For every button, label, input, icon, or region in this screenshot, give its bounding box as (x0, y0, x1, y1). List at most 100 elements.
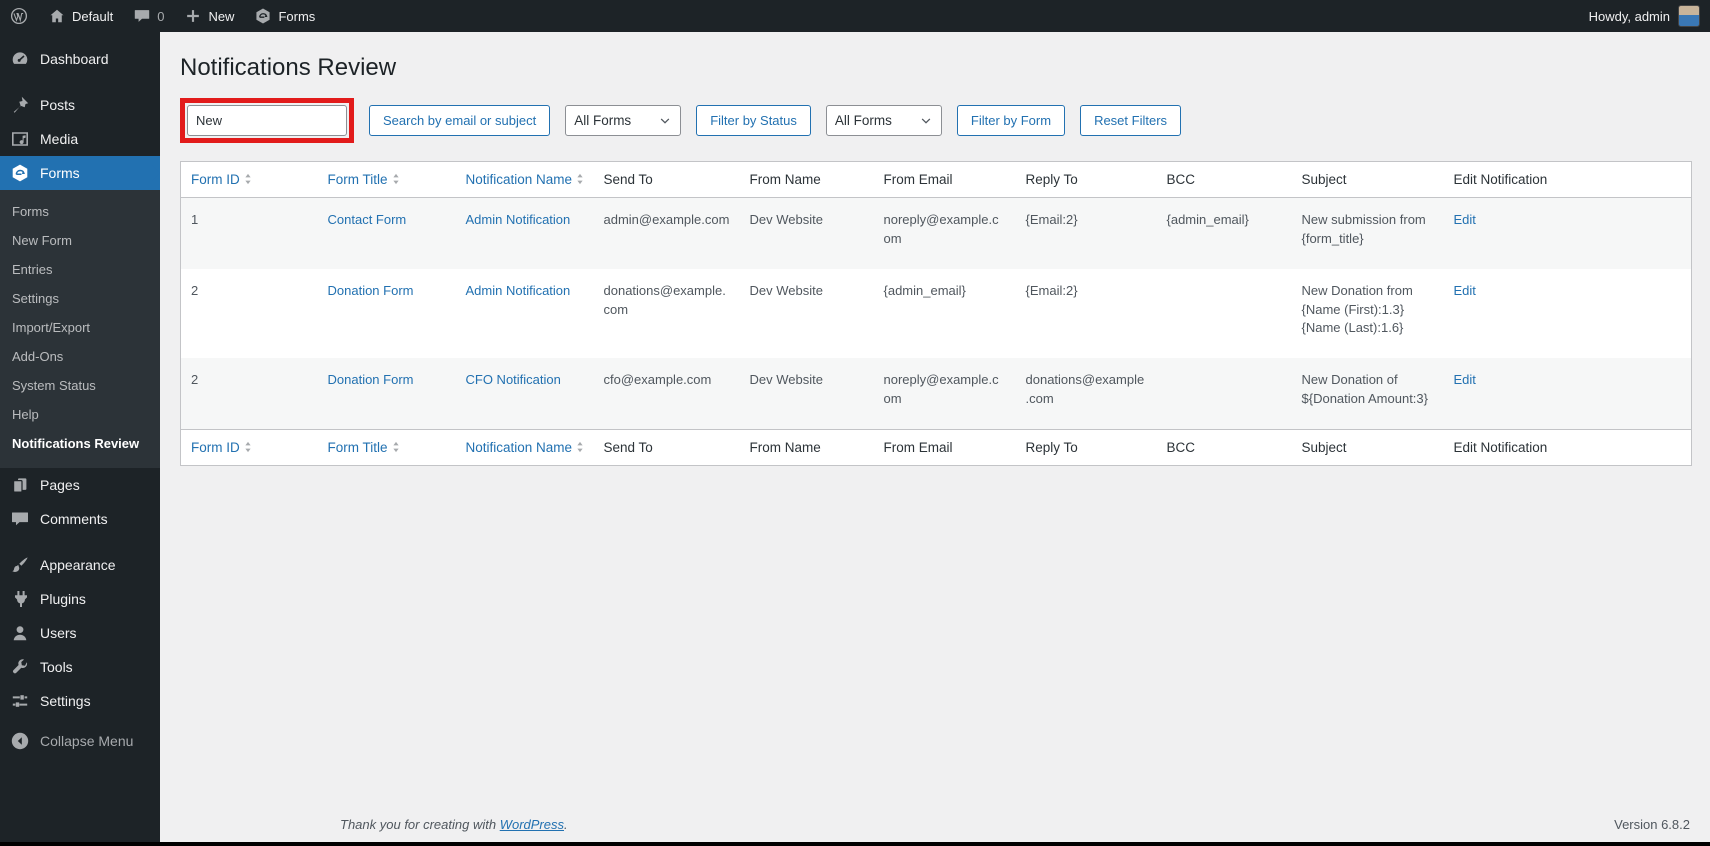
table-row: 1 Contact Form Admin Notification admin@… (180, 197, 1692, 269)
edit-link[interactable]: Edit (1454, 372, 1476, 387)
column-header-from-email: From Email (873, 161, 1016, 198)
footer-thanks-text: Thank you for creating with (340, 817, 497, 832)
notification-name-link[interactable]: CFO Notification (466, 372, 561, 387)
filter-by-form-button[interactable]: Filter by Form (956, 105, 1066, 136)
sidebar-item-dashboard[interactable]: Dashboard (0, 42, 160, 76)
sidebar-item-comments[interactable]: Comments (0, 502, 160, 536)
plug-icon (10, 589, 30, 609)
cell-bcc: {admin_email} (1166, 212, 1249, 227)
table-header-row: Form ID Form Title Notification Name Sen… (180, 161, 1692, 198)
column-header-from-email: From Email (873, 428, 1016, 466)
column-header-reply-to: Reply To (1015, 428, 1157, 466)
notification-name-link[interactable]: Admin Notification (466, 212, 571, 227)
sidebar-label: Plugins (40, 591, 86, 607)
avatar[interactable] (1678, 5, 1700, 27)
wordpress-link[interactable]: WordPress (500, 817, 564, 832)
chevron-down-icon (658, 114, 672, 128)
sidebar-item-media[interactable]: Media (0, 122, 160, 156)
submenu-item-help[interactable]: Help (0, 400, 160, 429)
forms-submenu: Forms New Form Entries Settings Import/E… (0, 190, 160, 468)
sidebar-item-pages[interactable]: Pages (0, 468, 160, 502)
wrench-icon (10, 657, 30, 677)
site-name-menu[interactable]: Default (38, 0, 123, 32)
sort-icon (575, 440, 585, 454)
cell-send-to: cfo@example.com (603, 372, 712, 388)
cell-from-email: noreply@example.com (883, 372, 999, 407)
cell-from-name: Dev Website (749, 372, 823, 388)
submenu-item-notifications-review[interactable]: Notifications Review (0, 429, 160, 458)
comment-icon (10, 509, 30, 529)
sidebar-label: Media (40, 131, 79, 147)
sort-icon (243, 172, 253, 186)
column-header-from-name: From Name (739, 428, 874, 466)
admin-bar: Default 0 New Forms Howdy, admin (0, 0, 1710, 32)
collapse-icon (10, 731, 30, 751)
dashboard-icon (10, 49, 30, 69)
sidebar-item-settings[interactable]: Settings (0, 684, 160, 718)
column-header-bcc: BCC (1156, 428, 1292, 466)
sidebar-label: Settings (40, 693, 91, 709)
column-header-reply-to: Reply To (1015, 161, 1157, 198)
menu-separator (0, 536, 160, 548)
admin-footer: Thank you for creating with WordPress. V… (340, 817, 1690, 832)
forms-label: Forms (278, 8, 316, 24)
cell-from-email: {admin_email} (883, 282, 966, 298)
submenu-item-add-ons[interactable]: Add-Ons (0, 342, 160, 371)
cell-from-name: Dev Website (749, 282, 823, 298)
sidebar-item-plugins[interactable]: Plugins (0, 582, 160, 616)
cell-subject: New Donation from {Name (First):1.3} {Na… (1301, 282, 1413, 336)
status-filter-select[interactable]: All Forms (565, 105, 682, 136)
column-header-notification-name[interactable]: Notification Name (455, 428, 594, 466)
sidebar-item-users[interactable]: Users (0, 616, 160, 650)
sidebar-item-appearance[interactable]: Appearance (0, 548, 160, 582)
column-header-form-id[interactable]: Form ID (180, 161, 318, 198)
page-title: Notifications Review (180, 54, 397, 81)
filter-by-status-button[interactable]: Filter by Status (696, 105, 811, 136)
form-title-link[interactable]: Donation Form (328, 283, 414, 298)
sidebar-item-posts[interactable]: Posts (0, 88, 160, 122)
column-header-from-name: From Name (739, 161, 874, 198)
wordpress-logo-menu[interactable] (0, 0, 38, 32)
sidebar-label: Pages (40, 477, 80, 493)
cell-reply-to: {Email:2} (1025, 212, 1078, 227)
submenu-item-settings[interactable]: Settings (0, 284, 160, 313)
forms-menu[interactable]: Forms (244, 0, 325, 32)
submenu-item-system-status[interactable]: System Status (0, 371, 160, 400)
notification-name-link[interactable]: Admin Notification (466, 283, 571, 298)
column-header-form-title[interactable]: Form Title (317, 161, 456, 198)
sidebar-item-forms[interactable]: Forms (0, 156, 160, 190)
reset-filters-button[interactable]: Reset Filters (1080, 105, 1182, 136)
form-filter-select[interactable]: All Forms (825, 105, 942, 136)
column-header-notification-name[interactable]: Notification Name (455, 161, 594, 198)
home-icon (48, 7, 66, 25)
new-content-menu[interactable]: New (174, 0, 244, 32)
annotation-highlight-box (180, 98, 354, 143)
search-button[interactable]: Search by email or subject (369, 105, 551, 136)
form-title-link[interactable]: Contact Form (328, 212, 407, 227)
sidebar-label: Forms (40, 165, 80, 181)
submenu-item-import-export[interactable]: Import/Export (0, 313, 160, 342)
collapse-menu-button[interactable]: Collapse Menu (0, 724, 160, 758)
column-header-edit-notification: Edit Notification (1443, 161, 1692, 198)
cell-bcc (1157, 358, 1292, 429)
filter-bar: Search by email or subject All Forms Fil… (180, 98, 1690, 143)
edit-link[interactable]: Edit (1454, 212, 1476, 227)
submenu-item-entries[interactable]: Entries (0, 255, 160, 284)
column-header-form-id[interactable]: Form ID (180, 428, 318, 466)
howdy-label[interactable]: Howdy, admin (1589, 9, 1670, 24)
cell-bcc (1157, 269, 1292, 359)
sidebar-label: Dashboard (40, 51, 109, 67)
comments-menu[interactable]: 0 (123, 0, 174, 32)
form-title-link[interactable]: Donation Form (328, 372, 414, 387)
column-header-form-title[interactable]: Form Title (317, 428, 456, 466)
search-input[interactable] (187, 105, 347, 136)
submenu-item-new-form[interactable]: New Form (0, 226, 160, 255)
footer-thanks: Thank you for creating with WordPress. (340, 817, 568, 832)
main-content: Notifications Review Search by email or … (160, 32, 1710, 846)
edit-link[interactable]: Edit (1454, 283, 1476, 298)
sidebar-item-tools[interactable]: Tools (0, 650, 160, 684)
submenu-item-forms[interactable]: Forms (0, 197, 160, 226)
user-icon (10, 623, 30, 643)
cell-reply-to: donations@example.com (1025, 372, 1145, 407)
version-label: Version 6.8.2 (1614, 817, 1690, 832)
